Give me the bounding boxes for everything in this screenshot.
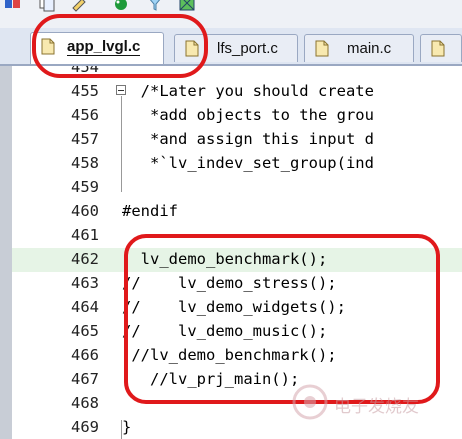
watermark-text: 电子发烧友 (334, 397, 419, 417)
tab-label: app_lvgl.c (67, 38, 141, 56)
line-number: 459 (71, 178, 99, 196)
line-number: 463 (71, 274, 99, 292)
code-line[interactable]: 456 *add objects to the grou (12, 104, 462, 128)
tab-main[interactable]: main.c (304, 34, 414, 62)
tab-label: lfs_port.c (217, 40, 278, 57)
pen-icon[interactable] (70, 0, 88, 12)
line-code: *and assign this input d (122, 130, 374, 148)
line-code: // lv_demo_music(); (122, 322, 328, 340)
line-number: 465 (71, 322, 99, 340)
map-icon[interactable] (178, 0, 196, 12)
line-code: // lv_demo_widgets(); (122, 298, 346, 316)
code-line[interactable]: 457 *and assign this input d (12, 128, 462, 152)
code-line[interactable]: 463 // lv_demo_stress(); (12, 272, 462, 296)
watermark-logo-icon (292, 384, 328, 420)
code-line[interactable]: 455 /*Later you should create (12, 80, 462, 104)
tab-bar: app_lvgl.c lfs_port.c main.c (0, 28, 462, 66)
line-number: 467 (71, 370, 99, 388)
tab-label: main.c (347, 40, 392, 57)
code-line[interactable]: 462 lv_demo_benchmark(); (12, 248, 462, 272)
line-number: 468 (71, 394, 99, 412)
line-number: 466 (71, 346, 99, 364)
line-number: 461 (71, 226, 99, 244)
build-icon[interactable] (4, 0, 22, 12)
code-line[interactable]: 460 #endif (12, 200, 462, 224)
line-number: 464 (71, 298, 99, 316)
editor-margin (0, 66, 12, 439)
code-line[interactable]: 464 // lv_demo_widgets(); (12, 296, 462, 320)
line-number: 455 (71, 82, 99, 100)
line-code: #endif (122, 202, 178, 220)
line-number: 460 (71, 202, 99, 220)
c-file-icon (315, 40, 329, 57)
line-number: 456 (71, 106, 99, 124)
toolbar (0, 0, 462, 29)
line-number: 454 (71, 66, 99, 76)
debug-icon[interactable] (112, 0, 130, 12)
watermark: 电子发烧友 (290, 380, 462, 430)
line-code: lv_demo_benchmark(); (122, 250, 328, 268)
c-file-icon (41, 38, 55, 55)
fold-guide (121, 96, 122, 192)
line-code: // lv_demo_stress(); (122, 274, 337, 292)
tab-app-lvgl[interactable]: app_lvgl.c (30, 32, 164, 64)
tab-overflow[interactable] (420, 34, 462, 62)
copy-icon[interactable] (38, 0, 56, 12)
code-line[interactable]: 454 (12, 66, 462, 80)
line-code: //lv_prj_main(); (122, 370, 300, 388)
line-code: /*Later you should create (122, 82, 374, 100)
fold-guide (121, 420, 122, 439)
line-code: *`lv_indev_set_group(ind (122, 154, 374, 172)
code-line[interactable]: 466 //lv_demo_benchmark(); (12, 344, 462, 368)
line-number: 457 (71, 130, 99, 148)
line-code: //lv_demo_benchmark(); (122, 346, 337, 364)
filter-icon[interactable] (146, 0, 164, 12)
code-line[interactable]: 465 // lv_demo_music(); (12, 320, 462, 344)
c-file-icon (185, 40, 199, 57)
c-file-icon (431, 40, 445, 57)
tab-lfs-port[interactable]: lfs_port.c (174, 34, 298, 62)
line-code: *add objects to the grou (122, 106, 374, 124)
code-line[interactable]: 458 *`lv_indev_set_group(ind (12, 152, 462, 176)
code-line[interactable]: 461 (12, 224, 462, 248)
line-code: } (122, 418, 132, 436)
fold-toggle-icon[interactable] (116, 85, 126, 95)
line-number: 462 (71, 250, 99, 268)
line-number: 458 (71, 154, 99, 172)
code-line[interactable]: 459 (12, 176, 462, 200)
line-number: 469 (71, 418, 99, 436)
